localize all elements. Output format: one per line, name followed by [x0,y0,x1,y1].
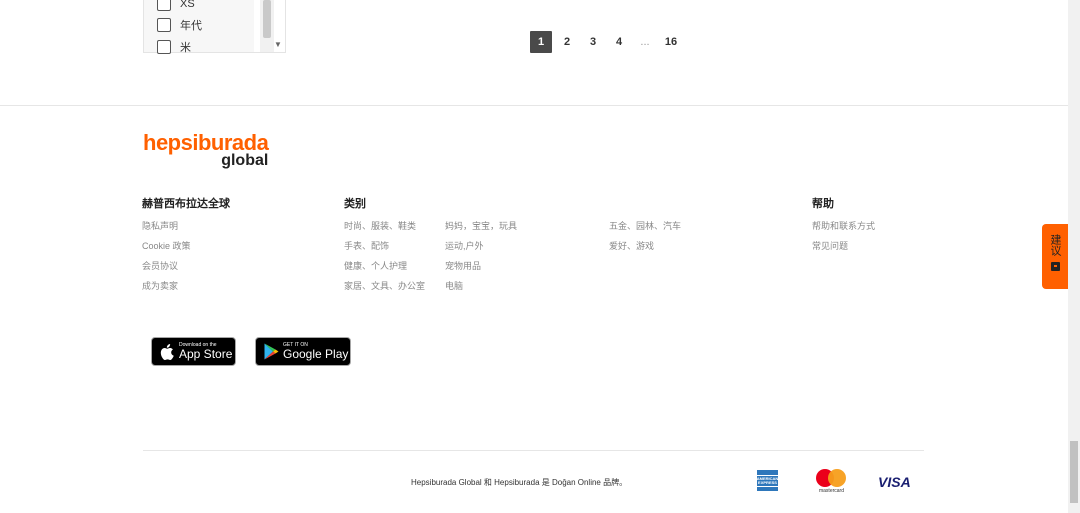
filter-option-meter[interactable]: 米 [157,39,191,55]
feedback-label: 建议 [1049,234,1061,256]
checkbox[interactable] [157,18,171,32]
page-4[interactable]: 4 [608,31,630,53]
page-3[interactable]: 3 [582,31,604,53]
filter-option-era[interactable]: 年代 [157,17,202,33]
logo-subtitle: global [221,152,269,169]
filter-scrollbar-thumb[interactable] [263,0,271,38]
link-category-hobbies[interactable]: 爱好、游戏 [609,239,654,252]
visa-logo: VISA [878,474,911,490]
filter-option-label: 年代 [180,20,202,32]
link-category-fashion[interactable]: 时尚、服装、鞋类 [344,219,416,232]
brand-ownership-note: Hepsiburada Global 和 Hepsiburada 是 Doğan… [411,478,628,487]
link-become-seller[interactable]: 成为卖家 [142,279,178,292]
scroll-down-arrow-icon[interactable]: ▼ [274,40,282,49]
link-faq[interactable]: 常见问题 [812,239,848,252]
mastercard-label: mastercard [818,488,844,494]
link-cookie-policy[interactable]: Cookie 政策 [142,239,191,252]
link-category-pets[interactable]: 宠物用品 [445,259,481,272]
feedback-tab[interactable]: 建议 [1042,224,1068,289]
link-category-hardware[interactable]: 五金、园林、汽车 [609,219,681,232]
filter-options-list: XS 年代 米 [144,0,254,55]
amex-label: AMERICAN EXPRESS [754,474,781,487]
hepsiburada-global-logo[interactable]: hepsiburada global [143,131,269,169]
google-play-big-text: Google Play [283,347,349,361]
footer-divider [0,105,1068,106]
pagination: 1 2 3 4 ... 16 [530,31,686,53]
page-scrollbar-thumb[interactable] [1070,441,1078,503]
link-category-sports[interactable]: 运动,户外 [445,239,484,252]
mastercard-logo: mastercard [815,469,848,495]
link-category-baby[interactable]: 妈妈，宝宝，玩具 [445,219,517,232]
link-category-home[interactable]: 家居、文具、办公室 [344,279,425,292]
filter-option-label: 米 [180,42,191,54]
feedback-icon [1050,262,1060,271]
footer-col-global-title: 赫普西布拉达全球 [142,198,230,210]
page-16[interactable]: 16 [660,31,682,53]
filter-option-xs[interactable]: XS [157,0,195,12]
footer-bottom-divider [143,450,924,451]
page-2[interactable]: 2 [556,31,578,53]
google-play-icon [263,343,279,361]
page-ellipsis: ... [640,36,650,48]
checkbox[interactable] [157,40,171,54]
app-store-big-text: App Store [179,347,233,361]
american-express-logo: AMERICAN EXPRESS [754,470,781,491]
link-category-watches[interactable]: 手表、配饰 [344,239,389,252]
link-membership[interactable]: 会员协议 [142,259,178,272]
google-play-button[interactable]: GET IT ON Google Play [255,337,351,366]
link-category-health[interactable]: 健康、个人护理 [344,259,407,272]
checkbox[interactable] [157,0,171,11]
footer-col-categories-title: 类别 [344,198,366,210]
link-privacy[interactable]: 隐私声明 [142,219,178,232]
page-scrollbar[interactable] [1068,0,1080,513]
footer-col-help-title: 帮助 [812,198,834,210]
app-store-button[interactable]: Download on the App Store [151,337,236,366]
link-category-computers[interactable]: 电脑 [445,279,463,292]
filter-panel: XS 年代 米 ▼ [143,0,286,55]
page-1[interactable]: 1 [530,31,552,53]
apple-icon [159,343,175,361]
link-help-contact[interactable]: 帮助和联系方式 [812,219,875,232]
filter-option-label: XS [180,0,195,10]
